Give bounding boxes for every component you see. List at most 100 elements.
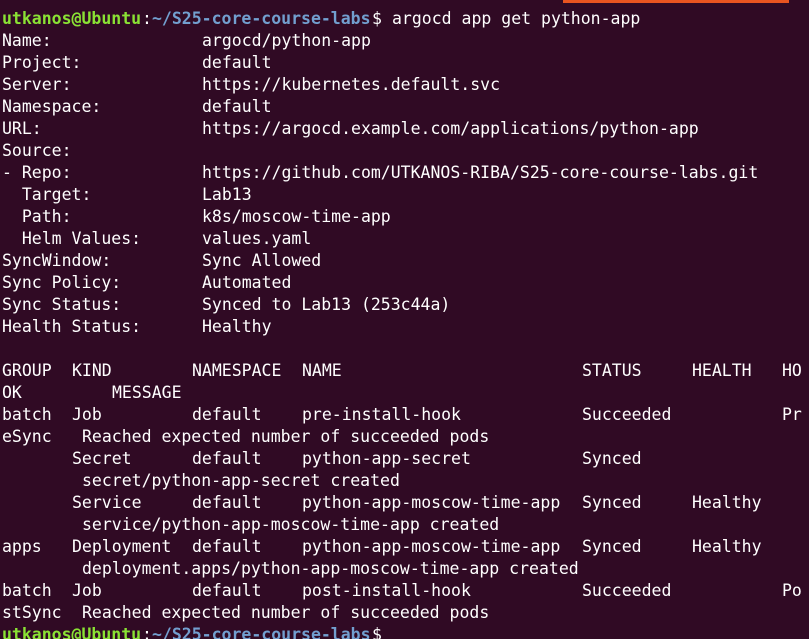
cell-message: deployment.apps/python-app-moscow-time-a… <box>82 559 579 578</box>
detail-label: Name: <box>2 31 52 50</box>
table-row-wrap: eSync Reached expected number of succeed… <box>2 426 489 448</box>
prompt-line[interactable]: utkanos@Ubuntu : ~/S25-core-course-labs … <box>2 624 382 639</box>
cell-kind: Job <box>72 405 102 424</box>
cell-name: python-app-moscow-time-app <box>302 537 561 556</box>
detail-label: Namespace: <box>2 97 102 116</box>
table-row-wrap: stSync Reached expected number of succee… <box>2 602 489 624</box>
command-text: argocd app get python-app <box>392 9 641 28</box>
detail-label: - Repo: <box>2 163 72 182</box>
detail-sync-policy: Sync Policy: Automated <box>2 272 291 294</box>
detail-label: URL: <box>2 119 42 138</box>
cell-message: service/python-app-moscow-time-app creat… <box>82 515 500 534</box>
detail-value: values.yaml <box>202 229 312 248</box>
window-accent-bar <box>563 0 789 3</box>
detail-label: SyncWindow: <box>2 251 112 270</box>
cell-health: Healthy <box>692 537 762 556</box>
cell-name: python-app-secret <box>302 449 471 468</box>
cell-name: python-app-moscow-time-app <box>302 493 561 512</box>
cell-message: secret/python-app-secret created <box>82 471 400 490</box>
cell-namespace: default <box>192 405 262 424</box>
detail-path: Path: k8s/moscow-time-app <box>2 206 391 228</box>
detail-source: Source: <box>2 140 72 162</box>
cell-hook-wrap: eSync <box>2 427 52 446</box>
prompt-path: ~/S25-core-course-labs <box>152 9 371 28</box>
cell-hook: Pr <box>782 405 802 424</box>
detail-value: Lab13 <box>202 185 252 204</box>
table-row-wrap: secret/python-app-secret created <box>2 470 400 492</box>
terminal-window[interactable]: utkanos@Ubuntu : ~/S25-core-course-labs … <box>0 0 809 639</box>
detail-helm-values: Helm Values: values.yaml <box>2 228 311 250</box>
column-header-group: GROUP <box>2 361 52 380</box>
detail-value: https://kubernetes.default.svc <box>202 75 501 94</box>
detail-target: Target: Lab13 <box>2 184 252 206</box>
cell-group: batch <box>2 405 52 424</box>
cell-hook: Po <box>782 581 802 600</box>
prompt-path: ~/S25-core-course-labs <box>152 625 371 639</box>
column-header-hook-wrap: OK <box>2 383 22 402</box>
cell-name: pre-install-hook <box>302 405 461 424</box>
table-row: Service default python-app-moscow-time-a… <box>2 492 762 514</box>
detail-server: Server: https://kubernetes.default.svc <box>2 74 500 96</box>
cell-kind: Job <box>72 581 102 600</box>
table-header: GROUP KIND NAMESPACE NAME STATUS HEALTH … <box>2 360 802 382</box>
prompt-symbol: $ <box>372 625 382 639</box>
cell-name: post-install-hook <box>302 581 471 600</box>
cell-health: Healthy <box>692 493 762 512</box>
detail-value: Automated <box>202 273 292 292</box>
cell-status: Succeeded <box>582 581 672 600</box>
table-row-wrap: service/python-app-moscow-time-app creat… <box>2 514 499 536</box>
prompt-separator: : <box>142 9 152 28</box>
detail-health-status: Health Status: Healthy <box>2 316 272 338</box>
detail-name: Name: argocd/python-app <box>2 30 371 52</box>
detail-value: default <box>202 53 272 72</box>
detail-value[interactable]: https://argocd.example.com/applications/… <box>202 118 699 140</box>
detail-sync-status: Sync Status: Synced to Lab13 (253c44a) <box>2 294 450 316</box>
cell-hook-wrap: stSync <box>2 603 62 622</box>
prompt-separator: : <box>142 625 152 639</box>
column-header-namespace: NAMESPACE <box>192 361 282 380</box>
detail-label: Sync Policy: <box>2 273 122 292</box>
cell-group: apps <box>2 537 42 556</box>
table-header-wrap: OK MESSAGE <box>2 382 182 404</box>
cell-namespace: default <box>192 493 262 512</box>
cell-namespace: default <box>192 581 262 600</box>
cell-status: Succeeded <box>582 405 672 424</box>
cell-kind: Secret <box>72 449 132 468</box>
detail-label: Target: <box>2 185 92 204</box>
detail-value: Healthy <box>202 317 272 336</box>
detail-value: default <box>202 97 272 116</box>
cell-namespace: default <box>192 449 262 468</box>
detail-value[interactable]: https://github.com/UTKANOS-RIBA/S25-core… <box>202 162 758 184</box>
detail-label: Path: <box>2 207 72 226</box>
detail-value: Sync Allowed <box>202 251 322 270</box>
detail-label: Helm Values: <box>2 229 142 248</box>
cell-namespace: default <box>192 537 262 556</box>
column-header-kind: KIND <box>72 361 112 380</box>
cell-message: Reached expected number of succeeded pod… <box>82 427 490 446</box>
cell-status: Synced <box>582 449 642 468</box>
cell-status: Synced <box>582 493 642 512</box>
table-row: Secret default python-app-secret Synced <box>2 448 642 470</box>
prompt-user-host: utkanos@Ubuntu <box>2 9 142 28</box>
detail-namespace: Namespace: default <box>2 96 272 118</box>
detail-syncwindow: SyncWindow: Sync Allowed <box>2 250 321 272</box>
column-header-hook: HO <box>782 361 802 380</box>
detail-repo: - Repo: https://github.com/UTKANOS-RIBA/… <box>2 162 758 184</box>
prompt-symbol: $ <box>372 9 382 28</box>
detail-label: Health Status: <box>2 317 142 336</box>
cell-kind: Service <box>72 493 142 512</box>
table-row-wrap: deployment.apps/python-app-moscow-time-a… <box>2 558 579 580</box>
detail-label: Project: <box>2 53 82 72</box>
command-line: utkanos@Ubuntu : ~/S25-core-course-labs … <box>2 8 640 30</box>
cell-kind: Deployment <box>72 537 172 556</box>
prompt-user-host: utkanos@Ubuntu <box>2 625 142 639</box>
column-header-health: HEALTH <box>692 361 752 380</box>
detail-value: k8s/moscow-time-app <box>202 207 391 226</box>
detail-project: Project: default <box>2 52 272 74</box>
column-header-status: STATUS <box>582 361 642 380</box>
detail-label: Server: <box>2 75 72 94</box>
cell-status: Synced <box>582 537 642 556</box>
table-row: apps Deployment default python-app-mosco… <box>2 536 762 558</box>
detail-value: argocd/python-app <box>202 31 371 50</box>
detail-url: URL: https://argocd.example.com/applicat… <box>2 118 699 140</box>
